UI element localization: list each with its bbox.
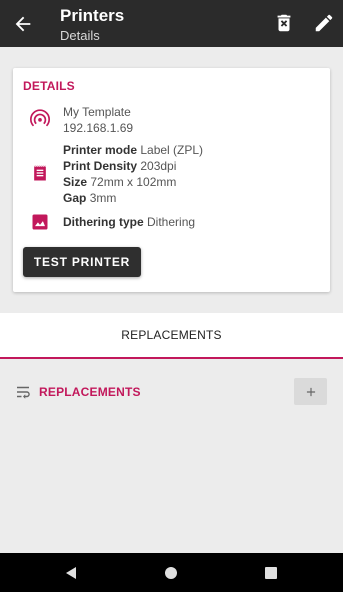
replacements-label: REPLACEMENTS — [39, 385, 141, 399]
app-bar: Printers Details — [0, 0, 343, 47]
page-title: Printers — [60, 6, 125, 25]
network-icon — [30, 109, 50, 127]
tab-replacements[interactable]: REPLACEMENTS — [0, 313, 343, 357]
printer-name: My Template — [63, 105, 131, 119]
plus-icon — [306, 387, 315, 396]
gap-row: Gap 3mm — [63, 190, 116, 206]
nav-recents-icon[interactable] — [263, 565, 279, 581]
label-icon — [33, 165, 47, 181]
size-row: Size 72mm x 102mm — [63, 174, 176, 190]
size-label: Size — [63, 175, 88, 189]
printer-address: 192.168.1.69 — [63, 121, 134, 135]
nav-home-icon[interactable] — [163, 565, 179, 581]
details-card: DETAILS My Template 192.168.1.69 Printer… — [13, 68, 330, 292]
print-density-value: 203dpi — [140, 159, 177, 173]
tab-bar: REPLACEMENTS — [0, 313, 343, 359]
print-density-label: Print Density — [63, 159, 138, 173]
printer-mode-label: Printer mode — [63, 143, 138, 157]
nav-back-icon[interactable] — [63, 565, 79, 581]
image-icon — [32, 214, 48, 230]
arrow-left-icon[interactable] — [12, 13, 34, 35]
test-printer-button[interactable]: TEST PRINTER — [23, 247, 141, 277]
print-density-row: Print Density 203dpi — [63, 158, 176, 174]
dithering-value: Dithering — [147, 215, 196, 229]
printer-mode-row: Printer mode Label (ZPL) — [63, 142, 203, 158]
page-subtitle: Details — [60, 28, 100, 43]
gap-value: 3mm — [89, 191, 117, 205]
size-value: 72mm x 102mm — [90, 175, 177, 189]
text-wrap-icon — [17, 386, 30, 399]
delete-icon[interactable] — [273, 12, 295, 34]
dithering-label: Dithering type — [63, 215, 144, 229]
add-replacement-button[interactable] — [294, 378, 327, 405]
printer-mode-value: Label (ZPL) — [140, 143, 204, 157]
system-nav-bar — [0, 553, 343, 592]
dithering-row: Dithering type Dithering — [63, 214, 195, 230]
replacements-section: REPLACEMENTS — [0, 376, 343, 408]
pencil-icon[interactable] — [313, 12, 335, 34]
details-heading: DETAILS — [23, 79, 75, 93]
gap-label: Gap — [63, 191, 87, 205]
title-block: Printers Details — [60, 5, 124, 45]
tab-indicator — [0, 357, 343, 359]
